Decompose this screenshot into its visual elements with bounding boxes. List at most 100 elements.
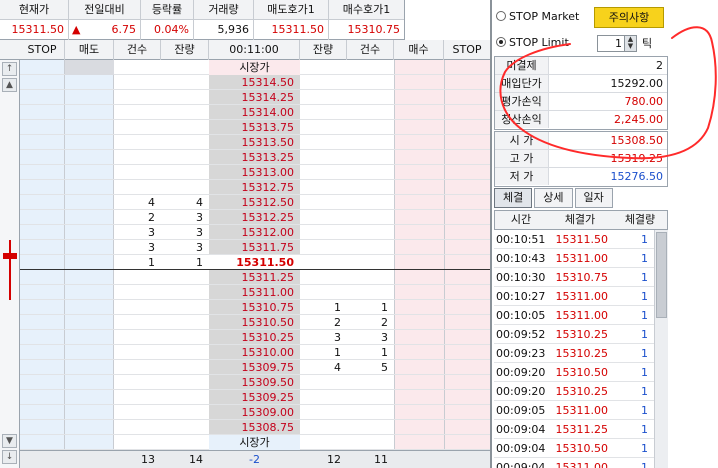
- scrollbar-thumb[interactable]: [656, 232, 667, 318]
- ask-row[interactable]: 15312.75: [20, 180, 490, 195]
- ask-row[interactable]: 3 3 15312.00: [20, 225, 490, 240]
- scroll-top-button[interactable]: ↑: [2, 62, 17, 76]
- bid-row[interactable]: 15309.50: [20, 375, 490, 390]
- stop-limit-option[interactable]: STOP Limit: [496, 34, 569, 52]
- price-level[interactable]: 15313.50: [209, 135, 300, 150]
- bid-row[interactable]: 15311.25: [20, 270, 490, 285]
- stop-market-option[interactable]: STOP Market: [496, 8, 579, 26]
- trade-price: 15311.00: [555, 404, 609, 417]
- ask-row[interactable]: 15313.50: [20, 135, 490, 150]
- price-level[interactable]: 15313.25: [209, 150, 300, 165]
- bid-row[interactable]: 3 3 15310.25: [20, 330, 490, 345]
- left-scroll-strip[interactable]: C ↑ ▲ ▼ ↓: [0, 40, 20, 468]
- warning-button[interactable]: 주의사항: [594, 7, 664, 28]
- bid-row[interactable]: 4 5 15309.75: [20, 360, 490, 375]
- bid-row[interactable]: 2 2 15310.50: [20, 315, 490, 330]
- price-level[interactable]: 15310.50: [209, 315, 300, 330]
- trade-row[interactable]: 00:09:52 15310.25 1: [494, 325, 654, 344]
- change-value: ▲ 6.75: [69, 20, 140, 40]
- ask-count-total: 13: [141, 453, 155, 466]
- price-level[interactable]: 15313.75: [209, 120, 300, 135]
- market-price-row-bottom[interactable]: 시장가: [20, 435, 490, 450]
- trade-row[interactable]: 00:10:43 15311.00 1: [494, 249, 654, 268]
- market-price-label-top[interactable]: 시장가: [209, 60, 300, 75]
- trade-row[interactable]: 00:09:05 15311.00 1: [494, 401, 654, 420]
- tick-stepper[interactable]: 1 ▲ ▼: [597, 35, 637, 52]
- scroll-bottom-button[interactable]: ↓: [2, 450, 17, 464]
- price-level[interactable]: 15312.25: [209, 210, 300, 225]
- bid-row[interactable]: 15309.25: [20, 390, 490, 405]
- price-level[interactable]: 15311.00: [209, 285, 300, 300]
- trade-row[interactable]: 00:10:30 15310.75 1: [494, 268, 654, 287]
- scroll-up-icon[interactable]: ▲: [2, 78, 17, 92]
- price-level[interactable]: 15313.00: [209, 165, 300, 180]
- trade-row[interactable]: 00:09:20 15310.50 1: [494, 363, 654, 382]
- price-level[interactable]: 15311.75: [209, 240, 300, 255]
- trade-qty: 1: [641, 347, 648, 360]
- tab-detail[interactable]: 상세: [534, 188, 573, 208]
- price-level[interactable]: 15310.00: [209, 345, 300, 360]
- bid-row[interactable]: 15311.00: [20, 285, 490, 300]
- trade-row[interactable]: 00:10:27 15311.00 1: [494, 287, 654, 306]
- ask-qty-total: 14: [189, 453, 203, 466]
- bid-qty: [300, 270, 347, 285]
- tab-trades[interactable]: 체결: [494, 188, 533, 208]
- ask-row[interactable]: 15313.75: [20, 120, 490, 135]
- price-level[interactable]: 15312.50: [209, 195, 300, 210]
- ask-row[interactable]: 15314.25: [20, 90, 490, 105]
- bid-qty: 1: [334, 346, 341, 359]
- stepper-arrows-icon[interactable]: ▲ ▼: [624, 36, 636, 51]
- price-level[interactable]: 15309.50: [209, 375, 300, 390]
- market-price-label-bottom[interactable]: 시장가: [209, 435, 300, 450]
- ask-row[interactable]: 15314.50: [20, 75, 490, 90]
- price-level[interactable]: 15311.50: [209, 255, 300, 270]
- price-level[interactable]: 15314.50: [209, 75, 300, 90]
- ask1-value: 15311.50: [271, 23, 325, 36]
- header-buy: 매수: [394, 40, 444, 60]
- trade-list-scrollbar[interactable]: [654, 230, 668, 468]
- info-label: 저 가: [495, 168, 549, 185]
- trade-row[interactable]: 00:09:04 15311.00 1: [494, 458, 654, 468]
- price-level[interactable]: 15310.25: [209, 330, 300, 345]
- ask-row[interactable]: 15314.00: [20, 105, 490, 120]
- ask-row[interactable]: 1 1 15311.50: [20, 255, 490, 270]
- price-level[interactable]: 15310.75: [209, 300, 300, 315]
- bid-qty: [300, 375, 347, 390]
- price-level[interactable]: 15312.00: [209, 225, 300, 240]
- trade-row[interactable]: 00:09:04 15311.25 1: [494, 420, 654, 439]
- bid-row[interactable]: 15309.00: [20, 405, 490, 420]
- position-marker-icon[interactable]: [3, 253, 17, 259]
- trade-row[interactable]: 00:09:23 15310.25 1: [494, 344, 654, 363]
- price-level[interactable]: 15309.25: [209, 390, 300, 405]
- bid-qty: [300, 390, 347, 405]
- trade-price: 15311.00: [555, 461, 609, 468]
- price-level[interactable]: 15308.75: [209, 420, 300, 435]
- price-level[interactable]: 15312.75: [209, 180, 300, 195]
- bid-row[interactable]: 15308.75: [20, 420, 490, 435]
- trade-row[interactable]: 00:09:04 15310.50 1: [494, 439, 654, 458]
- price-level[interactable]: 15309.00: [209, 405, 300, 420]
- price-level[interactable]: 15309.75: [209, 360, 300, 375]
- ask-row[interactable]: 15313.00: [20, 165, 490, 180]
- tab-daily[interactable]: 일자: [574, 188, 613, 208]
- info-label: 고 가: [495, 150, 549, 167]
- ask-row[interactable]: 3 3 15311.75: [20, 240, 490, 255]
- radio-stop-limit[interactable]: [496, 37, 506, 47]
- market-price-row-top[interactable]: 시장가: [20, 60, 490, 75]
- ask-count: 3: [148, 241, 155, 254]
- ask-row[interactable]: 15313.25: [20, 150, 490, 165]
- price-level[interactable]: 15314.00: [209, 105, 300, 120]
- trade-row[interactable]: 00:10:05 15311.00 1: [494, 306, 654, 325]
- bid-row[interactable]: 1 1 15310.00: [20, 345, 490, 360]
- ask-row[interactable]: 2 3 15312.25: [20, 210, 490, 225]
- trade-row[interactable]: 00:10:51 15311.50 1: [494, 230, 654, 249]
- radio-stop-market[interactable]: [496, 11, 506, 21]
- ask-count: [114, 180, 161, 195]
- trade-row[interactable]: 00:09:20 15310.25 1: [494, 382, 654, 401]
- ask-row[interactable]: 4 4 15312.50: [20, 195, 490, 210]
- price-level[interactable]: 15314.25: [209, 90, 300, 105]
- price-level[interactable]: 15311.25: [209, 270, 300, 285]
- bid-row[interactable]: 1 1 15310.75: [20, 300, 490, 315]
- header-trade-qty: 체결량: [624, 213, 656, 226]
- scroll-down-icon[interactable]: ▼: [2, 434, 17, 448]
